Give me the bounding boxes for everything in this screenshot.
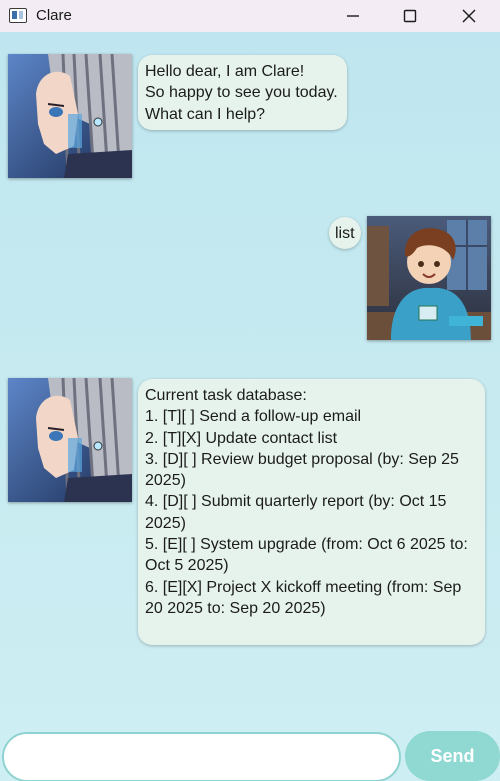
send-button[interactable]: Send [405, 731, 500, 781]
clare-avatar [8, 54, 132, 178]
clare-avatar [8, 378, 132, 502]
minimize-icon [347, 15, 359, 17]
bot-message-bubble: Hello dear, I am Clare! So happy to see … [138, 55, 347, 130]
chat-area[interactable]: Hello dear, I am Clare! So happy to see … [0, 32, 500, 729]
bot-message-bubble: Current task database: 1. [T][ ] Send a … [138, 379, 485, 645]
title-bar: Clare [0, 0, 500, 32]
user-avatar [367, 216, 491, 340]
maximize-icon [403, 9, 417, 23]
close-icon [462, 9, 476, 23]
user-message-bubble: list [329, 217, 361, 249]
window-title: Clare [36, 7, 72, 24]
input-bar: Send [0, 729, 500, 781]
message-input[interactable] [2, 732, 401, 781]
close-button[interactable] [446, 0, 492, 32]
minimize-button[interactable] [330, 0, 376, 32]
app-window-icon [9, 8, 27, 23]
maximize-button[interactable] [387, 0, 433, 32]
